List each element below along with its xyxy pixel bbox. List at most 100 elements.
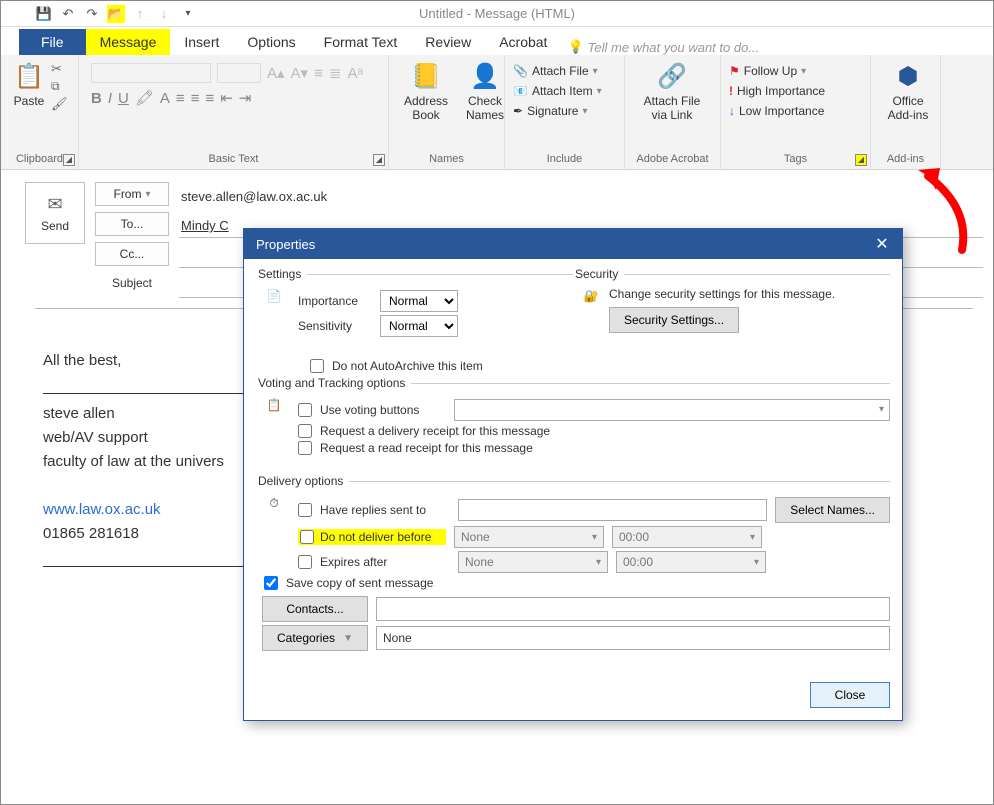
save-copy-checkbox[interactable] <box>264 576 278 590</box>
importance-label: Importance <box>298 294 372 308</box>
high-importance-button[interactable]: !High Importance <box>727 83 827 99</box>
tab-acrobat[interactable]: Acrobat <box>485 29 561 55</box>
categories-button[interactable]: Categories▼ <box>262 625 368 651</box>
dialog-close-icon[interactable]: ✕ <box>870 232 894 256</box>
contacts-button[interactable]: Contacts... <box>262 596 368 622</box>
importance-select[interactable]: Normal <box>380 290 458 312</box>
categories-field[interactable]: None <box>376 626 890 650</box>
tell-me-search[interactable]: 💡 Tell me what you want to do... <box>567 39 759 55</box>
paperclip-icon: 📎 <box>513 64 528 78</box>
voting-label: Use voting buttons <box>320 403 446 417</box>
attach-file-button[interactable]: 📎Attach File▾ <box>511 63 600 79</box>
address-book-label: Address Book <box>401 95 451 123</box>
save-copy-label: Save copy of sent message <box>286 576 433 590</box>
tab-message[interactable]: Message <box>86 29 171 55</box>
not-before-checkbox[interactable] <box>300 530 314 544</box>
cut-icon[interactable]: ✂ <box>51 61 68 77</box>
read-receipt-checkbox[interactable] <box>298 441 312 455</box>
close-button[interactable]: Close <box>810 682 890 708</box>
tab-format-text[interactable]: Format Text <box>310 29 412 55</box>
align-left-icon[interactable]: ≡ <box>176 90 185 107</box>
attach-via-link-button[interactable]: 🔗 Attach File via Link <box>631 59 713 125</box>
redo-icon[interactable]: ↷ <box>83 5 101 23</box>
tab-file[interactable]: File <box>19 29 86 55</box>
dialog-title: Properties <box>256 237 315 252</box>
bullets-icon[interactable]: ≡ <box>314 65 323 82</box>
office-addins-button[interactable]: ⬢ Office Add-ins <box>877 59 939 125</box>
voting-combo[interactable] <box>454 399 890 421</box>
address-book-button[interactable]: 📒 Address Book <box>395 59 457 125</box>
expires-date[interactable]: None▾ <box>458 551 608 573</box>
group-basictext-label: Basic Text <box>85 151 382 167</box>
copy-icon[interactable]: ⧉ <box>51 79 68 94</box>
to-recipient[interactable]: Mindy C <box>181 218 229 233</box>
highlight-icon[interactable]: 🖍 <box>135 89 154 107</box>
security-settings-button[interactable]: Security Settings... <box>609 307 739 333</box>
styles-icon[interactable]: Aᵃ <box>347 65 363 82</box>
sig-link[interactable]: www.law.ox.ac.uk <box>43 501 161 518</box>
clipboard-icon: 📋 <box>13 61 45 93</box>
qat-folder-icon[interactable]: 📂 <box>107 5 125 23</box>
delivery-receipt-checkbox[interactable] <box>298 424 312 438</box>
font-size-select[interactable] <box>217 63 261 83</box>
signature-label: Signature <box>527 104 578 118</box>
sensitivity-select[interactable]: Normal <box>380 315 458 337</box>
from-label: From <box>113 187 141 201</box>
send-icon: ✉ <box>47 194 62 215</box>
numbering-icon[interactable]: ≣ <box>329 64 342 82</box>
bold-icon[interactable]: B <box>91 90 102 107</box>
replies-input[interactable] <box>458 499 767 521</box>
contacts-field[interactable] <box>376 597 890 621</box>
expires-time[interactable]: 00:00▾ <box>616 551 766 573</box>
paste-label: Paste <box>14 95 45 109</box>
align-right-icon[interactable]: ≡ <box>205 90 214 107</box>
not-before-date[interactable]: None▾ <box>454 526 604 548</box>
select-names-button[interactable]: Select Names... <box>775 497 890 523</box>
send-button[interactable]: ✉ Send <box>25 182 85 244</box>
align-center-icon[interactable]: ≡ <box>191 90 200 107</box>
tags-launcher[interactable]: ◢ <box>855 154 867 166</box>
format-painter-icon[interactable]: 🖌 <box>51 96 68 112</box>
group-names-label: Names <box>395 151 498 167</box>
font-family-select[interactable] <box>91 63 211 83</box>
paste-button[interactable]: 📋 Paste <box>7 59 51 111</box>
not-before-time[interactable]: 00:00▾ <box>612 526 762 548</box>
shrink-font-icon[interactable]: A▾ <box>291 64 309 82</box>
autoarchive-checkbox[interactable] <box>310 359 324 373</box>
indent-icon[interactable]: ⇥ <box>239 89 252 107</box>
grow-font-icon[interactable]: A▴ <box>267 64 285 82</box>
expires-label: Expires after <box>320 555 450 569</box>
to-button[interactable]: To... <box>95 212 169 236</box>
outdent-icon[interactable]: ⇤ <box>220 89 233 107</box>
bulb-icon: 💡 <box>567 39 583 55</box>
replies-checkbox[interactable] <box>298 503 312 517</box>
save-icon[interactable]: 💾 <box>35 5 53 23</box>
expires-checkbox[interactable] <box>298 555 312 569</box>
cc-button[interactable]: Cc... <box>95 242 169 266</box>
flag-icon: ⚑ <box>729 64 740 78</box>
tab-options[interactable]: Options <box>233 29 309 55</box>
attach-item-button[interactable]: 📧Attach Item▾ <box>511 83 604 99</box>
qat-more-icon[interactable]: ▾ <box>179 5 197 23</box>
replies-label: Have replies sent to <box>320 503 450 517</box>
sensitivity-label: Sensitivity <box>298 319 372 333</box>
low-importance-label: Low Importance <box>739 104 824 118</box>
signature-button[interactable]: ✒Signature▾ <box>511 103 589 119</box>
voting-checkbox[interactable] <box>298 403 312 417</box>
follow-up-button[interactable]: ⚑Follow Up▾ <box>727 63 808 79</box>
from-button[interactable]: From ▾ <box>95 182 169 206</box>
subject-label: Subject <box>95 272 169 290</box>
next-icon[interactable]: ↓ <box>155 5 173 23</box>
underline-icon[interactable]: U <box>118 90 129 107</box>
tab-review[interactable]: Review <box>411 29 485 55</box>
italic-icon[interactable]: I <box>108 90 112 107</box>
tab-insert[interactable]: Insert <box>170 29 233 55</box>
undo-icon[interactable]: ↶ <box>59 5 77 23</box>
prev-icon[interactable]: ↑ <box>131 5 149 23</box>
font-color-icon[interactable]: A <box>160 90 170 107</box>
basictext-launcher[interactable]: ◢ <box>373 154 385 166</box>
clipboard-launcher[interactable]: ◢ <box>63 154 75 166</box>
security-desc: Change security settings for this messag… <box>609 287 890 301</box>
low-importance-button[interactable]: ↓Low Importance <box>727 103 826 119</box>
voting-legend: Voting and Tracking options <box>256 376 411 390</box>
